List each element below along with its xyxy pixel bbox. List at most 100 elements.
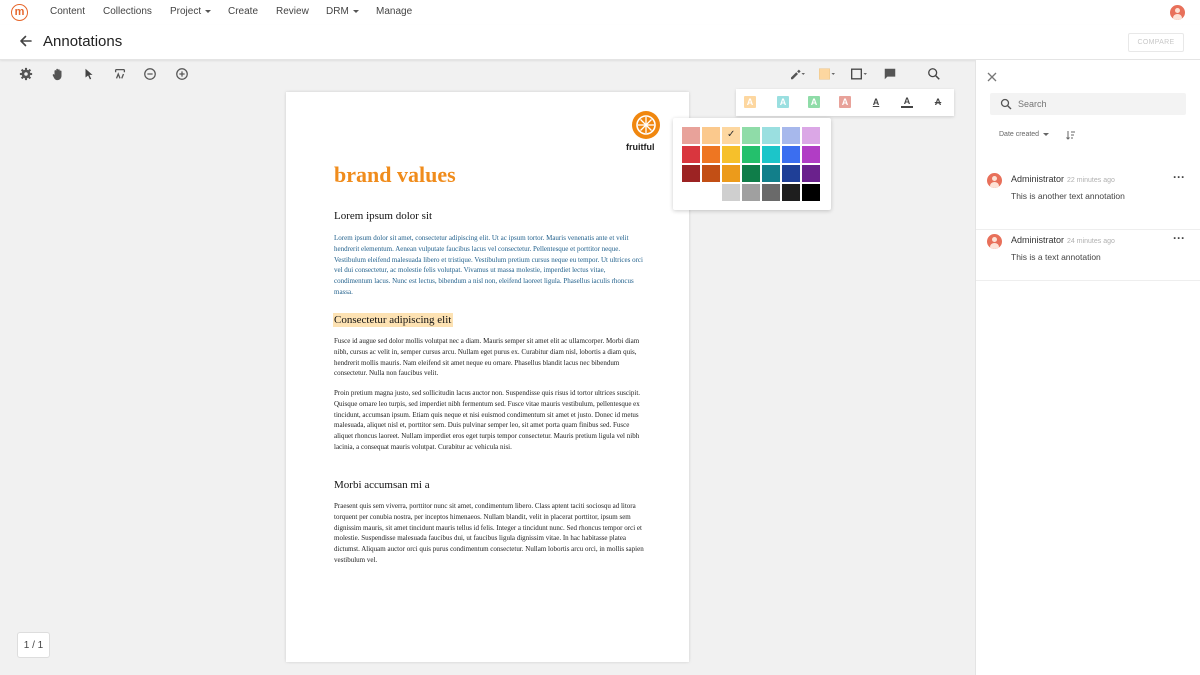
format-highlight-green[interactable]: A	[808, 96, 820, 108]
more-options-icon[interactable]: ···	[1173, 231, 1185, 245]
nav-item-label: Project	[170, 6, 202, 17]
nav-item-label: Create	[228, 6, 259, 17]
paragraph-2: Fusce id augue sed dolor mollis volutpat…	[334, 337, 640, 378]
crop-icon[interactable]	[112, 66, 128, 82]
nav-item-collections[interactable]: Collections	[103, 6, 152, 17]
format-label: A	[903, 96, 911, 106]
color-swatch[interactable]	[682, 165, 700, 182]
document-page[interactable]: fruitful brand values Lorem ipsum dolor …	[286, 92, 689, 662]
color-swatch[interactable]	[702, 127, 720, 144]
color-swatch[interactable]	[782, 184, 800, 201]
color-swatch[interactable]	[782, 127, 800, 144]
color-swatch[interactable]	[702, 184, 720, 201]
pen-icon[interactable]	[788, 66, 808, 82]
nav-item-drm[interactable]: DRM	[326, 6, 359, 17]
color-swatch[interactable]	[742, 184, 760, 201]
compare-button[interactable]: COMPARE	[1128, 33, 1184, 52]
nav-item-content[interactable]: Content	[50, 6, 85, 17]
back-arrow-icon[interactable]	[18, 33, 34, 49]
sort-order-icon[interactable]	[1065, 129, 1077, 143]
color-swatch[interactable]	[722, 184, 740, 201]
color-swatch[interactable]	[742, 146, 760, 163]
color-swatch[interactable]	[722, 165, 740, 182]
paragraph-annotated[interactable]: Lorem ipsum dolor sit amet, consectetur …	[334, 233, 644, 298]
highlight-color-icon[interactable]	[817, 66, 839, 82]
paragraph-4: Praesent quis sem viverra, porttitor nun…	[334, 502, 644, 564]
color-swatch[interactable]	[802, 165, 820, 182]
comment-author: Administrator	[1011, 235, 1065, 245]
top-nav: m Content Collections Project Create Rev…	[0, 0, 1200, 25]
search-icon	[1000, 98, 1012, 110]
nav-item-project[interactable]: Project	[170, 6, 212, 17]
color-swatch[interactable]	[682, 127, 700, 144]
color-swatch[interactable]	[802, 127, 820, 144]
pointer-icon[interactable]	[81, 66, 97, 82]
app-logo-letter: m	[14, 6, 25, 18]
fruitful-logo	[632, 111, 660, 139]
text-format-bar: A A A A A A A	[736, 89, 954, 116]
hand-icon[interactable]	[50, 66, 66, 82]
comment-icon[interactable]	[882, 66, 898, 82]
format-highlight-yellow[interactable]: A	[744, 96, 756, 108]
more-options-icon[interactable]: ···	[1173, 170, 1185, 184]
format-underline[interactable]: A	[870, 96, 882, 108]
color-swatch[interactable]	[802, 146, 820, 163]
shape-icon[interactable]	[849, 66, 871, 82]
gear-icon[interactable]	[18, 66, 34, 82]
comment-text: This is another text annotation	[1011, 191, 1125, 201]
color-swatch[interactable]	[682, 184, 700, 201]
format-label: A	[934, 97, 942, 107]
format-underline-thick[interactable]: A	[901, 96, 913, 108]
comment-item[interactable]: Administrator 22 minutes ago This is anot…	[976, 170, 1200, 230]
close-icon[interactable]	[986, 70, 998, 82]
color-swatch[interactable]	[782, 146, 800, 163]
zoom-out-icon[interactable]	[142, 66, 158, 82]
format-label: A	[779, 97, 787, 107]
color-swatch[interactable]	[802, 184, 820, 201]
color-swatch[interactable]	[762, 127, 780, 144]
format-highlight-cyan[interactable]: A	[777, 96, 789, 108]
nav-item-label: Content	[50, 6, 86, 17]
comment-author-line: Administrator 24 minutes ago	[1011, 235, 1115, 245]
user-avatar[interactable]	[1170, 5, 1185, 20]
color-swatch[interactable]	[762, 146, 780, 163]
app-logo[interactable]: m	[11, 4, 28, 21]
comment-avatar	[987, 173, 1002, 188]
section-heading-2-highlighted[interactable]: Consectetur adipiscing elit	[333, 313, 454, 327]
paragraph-3: Proin pretium magna justo, sed sollicitu…	[334, 389, 641, 451]
search-field[interactable]	[990, 93, 1186, 115]
color-palette-popup: ✓	[673, 118, 831, 210]
nav-item-label: DRM	[326, 6, 349, 17]
nav-item-manage[interactable]: Manage	[376, 6, 412, 17]
color-swatch[interactable]	[702, 165, 720, 182]
fruitful-logo-text: fruitful	[626, 142, 655, 152]
check-icon: ✓	[727, 129, 736, 140]
caret-down-icon	[205, 9, 212, 13]
nav-item-review[interactable]: Review	[276, 6, 309, 17]
nav-item-label: Manage	[376, 6, 413, 17]
comment-author-line: Administrator 22 minutes ago	[1011, 174, 1115, 184]
color-swatch[interactable]	[762, 165, 780, 182]
page-indicator[interactable]: 1 / 1	[17, 632, 50, 658]
color-swatch[interactable]	[742, 127, 760, 144]
color-swatch[interactable]: ✓	[722, 127, 740, 144]
sort-dropdown[interactable]: Date created	[999, 131, 1050, 138]
sort-label: Date created	[999, 131, 1040, 138]
title-bar: Annotations COMPARE	[0, 25, 1200, 60]
color-swatch[interactable]	[682, 146, 700, 163]
format-strikethrough[interactable]: A	[932, 96, 944, 108]
page-title: Annotations	[43, 33, 123, 50]
color-swatch[interactable]	[722, 146, 740, 163]
section-heading-3: Morbi accumsan mi a	[334, 479, 430, 491]
color-swatch[interactable]	[782, 165, 800, 182]
nav-item-create[interactable]: Create	[228, 6, 258, 17]
color-swatch[interactable]	[702, 146, 720, 163]
zoom-in-icon[interactable]	[174, 66, 190, 82]
nav-item-label: Review	[276, 6, 309, 17]
search-icon[interactable]	[926, 66, 942, 82]
format-highlight-red[interactable]: A	[839, 96, 851, 108]
search-input[interactable]	[1018, 97, 1168, 111]
color-swatch[interactable]	[742, 165, 760, 182]
color-swatch[interactable]	[762, 184, 780, 201]
comment-item[interactable]: Administrator 24 minutes ago This is a te…	[976, 231, 1200, 281]
